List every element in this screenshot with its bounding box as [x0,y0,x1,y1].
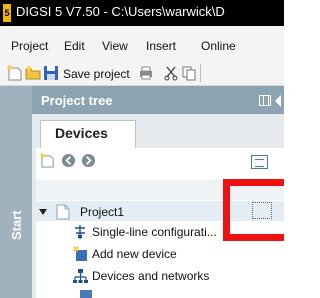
new-project-icon[interactable] [7,65,23,81]
menu-view[interactable]: View [102,39,128,53]
menu-insert[interactable]: Insert [146,39,176,53]
tree-item-label: Add new device [92,247,177,261]
partial-row-icon [80,290,92,298]
start-label[interactable]: Start [9,210,24,240]
tree-item-devices-and-networks[interactable]: Devices and networks [36,267,246,287]
focus-outline [252,202,272,219]
menu-online[interactable]: Online [201,39,236,53]
tree-item-label: Single-line configurati... [92,225,217,239]
save-icon[interactable] [43,65,59,81]
overview-toggle-button[interactable] [251,155,268,169]
add-device-icon [73,246,87,261]
menu-edit[interactable]: Edit [64,39,85,53]
tree-item-single-line[interactable]: Single-line configurati... [36,223,246,243]
tree-item-label: Devices and networks [92,269,210,283]
start-sidebar[interactable] [0,86,32,298]
save-project-button[interactable]: Save project [63,67,130,81]
menu-bar: Project Edit View Insert Online [0,26,284,60]
single-line-icon [75,225,85,239]
copy-icon[interactable] [181,65,197,81]
title-bar: 5 DIGSI 5 V7.50 - C:\Users\warwick\D [0,0,284,26]
chevron-down-icon[interactable] [39,209,47,215]
tree-item-label: Project1 [80,205,125,219]
tree-item-add-new-device[interactable]: Add new device [36,245,236,265]
window-title: DIGSI 5 V7.50 - C:\Users\warwick\D [16,4,225,19]
back-arrow-icon[interactable] [61,153,76,168]
project-icon [56,204,70,220]
forward-arrow-icon[interactable] [81,153,96,168]
print-icon[interactable] [138,65,154,81]
tab-devices-label: Devices [55,125,108,141]
tree-item-project1[interactable]: Project1 [36,203,236,223]
app-icon: 5 [3,4,11,22]
pin-icon[interactable] [259,95,271,106]
network-icon [73,269,88,283]
toolbar: Save project [0,60,284,86]
cut-icon[interactable] [163,65,179,81]
menu-project[interactable]: Project [11,39,48,53]
project-tree-title: Project tree [41,93,113,108]
new-project-icon[interactable] [40,153,55,168]
toolbar-divider [200,64,201,82]
collapse-left-icon[interactable] [275,95,281,107]
open-project-icon[interactable] [25,65,41,81]
